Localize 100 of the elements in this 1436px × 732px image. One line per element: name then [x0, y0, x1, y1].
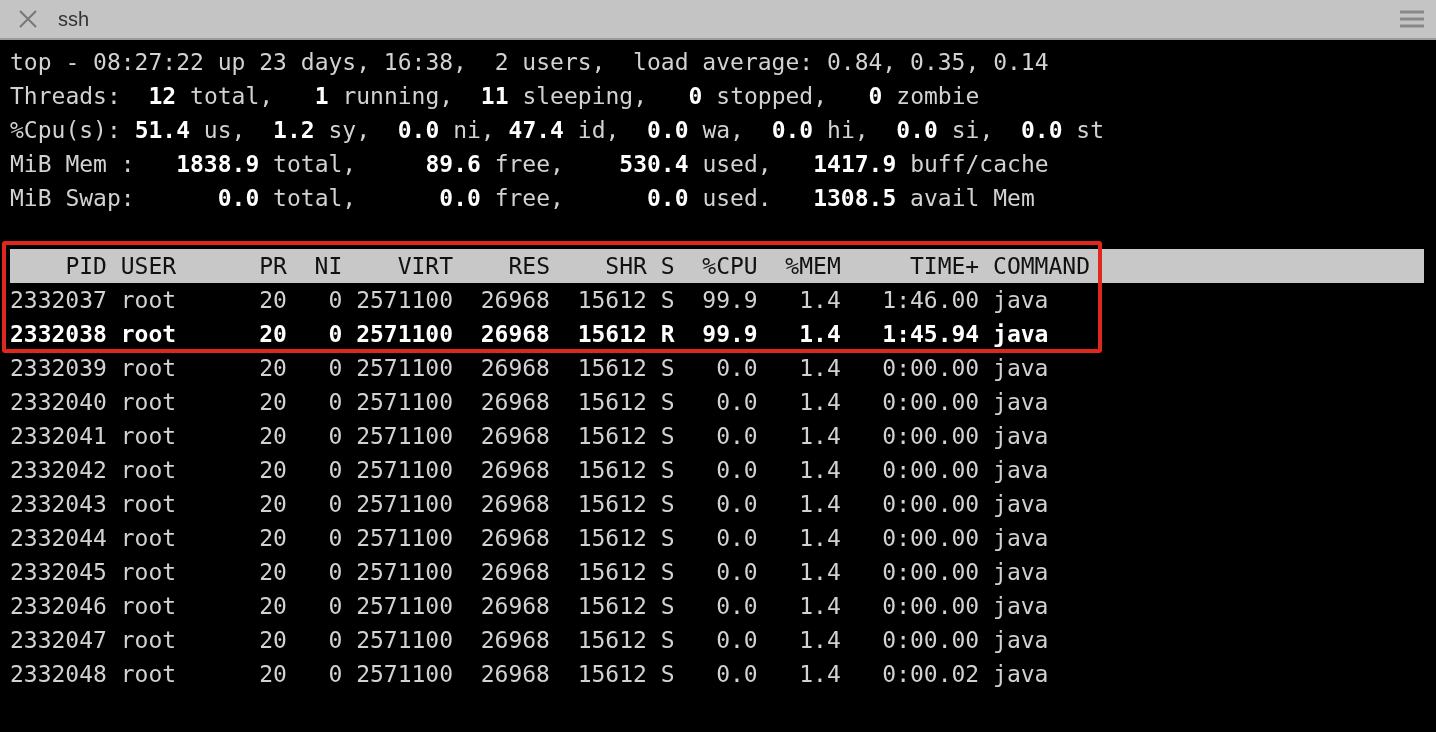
table-cell-text: 0	[328, 286, 343, 315]
table-cell-text: 0	[328, 490, 343, 519]
table-cell-text: 1.4	[799, 388, 841, 417]
table-cell-text: root	[119, 354, 177, 383]
table-cell-text: 26968	[480, 354, 550, 383]
table-cell-text: java	[992, 626, 1049, 655]
table-cell-text: 99.9	[702, 286, 758, 315]
table-cell-text: 15612	[577, 626, 647, 655]
table-cell-text: 2332048	[10, 660, 107, 689]
table-cell-text: root	[119, 388, 177, 417]
summary-line: MiB Swap: 0.0 total, 0.0 free, 0.0 used. 1308.5 avail Mem	[10, 184, 1036, 213]
table-cell-text: java	[992, 320, 1049, 349]
table-cell-text: 15612	[577, 558, 647, 587]
table-cell-text: 26968	[480, 286, 550, 315]
summary-line: MiB Mem : 1838.9 total, 89.6 free, 530.4 used, 1417.9 buff/cache	[10, 150, 1050, 179]
table-cell-text: 26968	[480, 558, 550, 587]
table-cell-text: 15612	[577, 524, 647, 553]
table-cell-text: 20	[259, 490, 287, 519]
table-cell-text: 1.4	[799, 422, 841, 451]
table-cell-text: 0.0	[716, 388, 758, 417]
table-cell-text: 20	[259, 456, 287, 485]
table-cell-text: 20	[259, 320, 287, 349]
table-cell-text: 26968	[480, 320, 550, 349]
table-cell-text: java	[992, 490, 1049, 519]
table-cell-text: 0:00.00	[882, 388, 980, 417]
table-cell-text: 2332047	[10, 626, 107, 655]
column-header: S	[660, 252, 675, 281]
table-cell-text: 26968	[480, 592, 550, 621]
table-cell-text: 0:00.02	[882, 660, 980, 689]
table-cell-text: root	[119, 320, 177, 349]
table-cell-text: 2332045	[10, 558, 107, 587]
table-cell-text: 26968	[480, 626, 550, 655]
table-cell-text: root	[119, 660, 177, 689]
table-cell-text: java	[992, 558, 1049, 587]
table-cell-text: 1.4	[799, 286, 841, 315]
table-cell-text: 15612	[577, 320, 647, 349]
table-cell-text: java	[992, 456, 1049, 485]
column-header: TIME+	[909, 252, 980, 281]
table-cell-text: 0	[328, 354, 343, 383]
table-cell-text: root	[119, 422, 177, 451]
menu-icon[interactable]	[1400, 10, 1424, 28]
table-cell-text: 0	[328, 422, 343, 451]
column-header: NI	[314, 252, 343, 281]
table-cell-text: 2571100	[356, 286, 454, 315]
table-cell-text: 26968	[480, 660, 550, 689]
table-cell-text: 0.0	[716, 524, 758, 553]
table-cell-text: 2332046	[10, 592, 107, 621]
table-cell-text: 0:00.00	[882, 524, 980, 553]
table-cell-text: 2571100	[356, 592, 454, 621]
table-cell-text: 20	[259, 558, 287, 587]
table-cell-text: 2571100	[356, 490, 454, 519]
table-cell-text: 2332039	[10, 354, 107, 383]
table-cell-text: 0.0	[716, 354, 758, 383]
table-cell-text: root	[119, 456, 177, 485]
column-header: USER	[119, 252, 177, 281]
table-cell-text: java	[992, 592, 1049, 621]
table-cell-text: 1.4	[799, 320, 841, 349]
column-header: PR	[259, 252, 287, 281]
table-cell-text: 1:45.94	[882, 320, 980, 349]
table-cell-text: 1.4	[799, 524, 841, 553]
table-cell-text: 2332037	[10, 286, 107, 315]
table-cell-text: 2332044	[10, 524, 107, 553]
table-cell-text: 0	[328, 626, 343, 655]
column-header: SHR	[605, 252, 647, 281]
table-cell-text: 0	[328, 592, 343, 621]
table-cell-text: 0.0	[716, 456, 758, 485]
table-cell-text: 15612	[577, 354, 647, 383]
table-cell-text: 20	[259, 592, 287, 621]
table-cell-text: S	[660, 456, 675, 485]
table-cell-text: 1.4	[799, 558, 841, 587]
table-cell-text: java	[992, 660, 1049, 689]
table-cell-text: 0.0	[716, 592, 758, 621]
table-cell-text: 0:00.00	[882, 592, 980, 621]
table-cell-text: 15612	[577, 660, 647, 689]
table-cell-text: 2571100	[356, 524, 454, 553]
table-cell-text: S	[660, 524, 675, 553]
table-cell-text: root	[119, 558, 177, 587]
table-cell-text: 2571100	[356, 320, 454, 349]
table-cell-text: R	[660, 320, 675, 349]
table-cell-text: 26968	[480, 524, 550, 553]
close-icon[interactable]	[18, 9, 38, 29]
table-cell-text: 15612	[577, 388, 647, 417]
table-cell-text: 0.0	[716, 490, 758, 519]
table-cell-text: S	[660, 286, 675, 315]
window-title: ssh	[58, 7, 91, 31]
table-cell-text: 2332038	[10, 320, 107, 349]
table-cell-text: 20	[259, 524, 287, 553]
column-header: %MEM	[785, 252, 841, 281]
table-cell-text: 1.4	[799, 626, 841, 655]
summary-line: %Cpu(s): 51.4 us, 1.2 sy, 0.0 ni, 47.4 id, 0.0 wa, 0.0 hi, 0.0 si, 0.0 st	[10, 116, 1106, 145]
table-cell-text: S	[660, 626, 675, 655]
table-cell-text: 0:00.00	[882, 490, 980, 519]
table-cell-text: S	[660, 422, 675, 451]
table-cell-text: 0	[328, 320, 343, 349]
table-cell-text: root	[119, 626, 177, 655]
table-cell-text: 2332040	[10, 388, 107, 417]
table-cell-text: 15612	[577, 592, 647, 621]
table-cell-text: 1.4	[799, 490, 841, 519]
table-cell-text: 1:46.00	[882, 286, 980, 315]
table-cell-text: 0.0	[716, 558, 758, 587]
